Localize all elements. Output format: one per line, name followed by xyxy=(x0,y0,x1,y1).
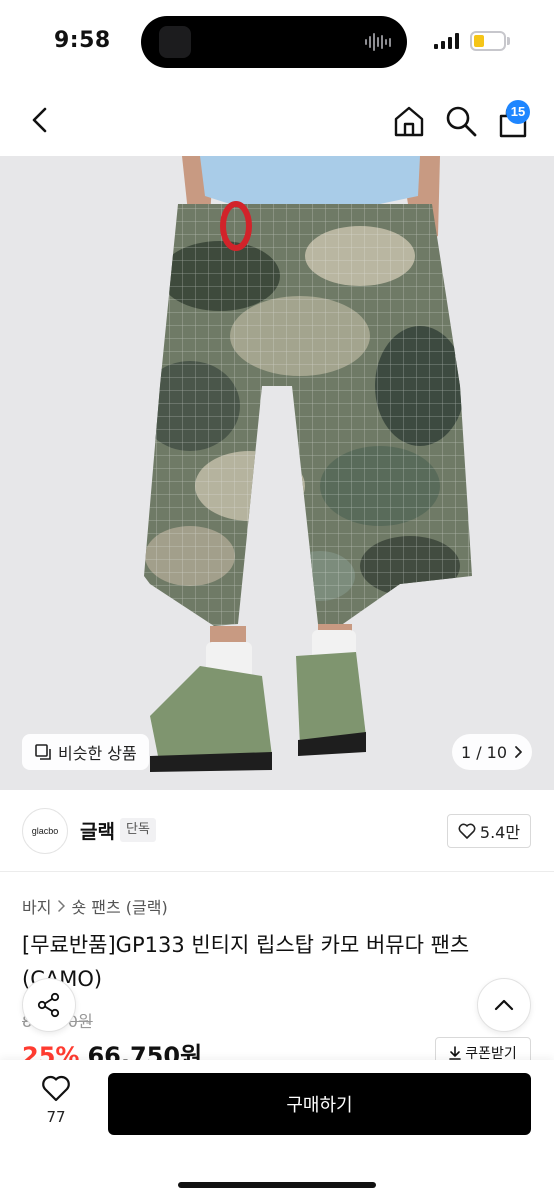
breadcrumb-item-pants[interactable]: 바지 xyxy=(22,894,51,918)
status-time: 9:58 xyxy=(54,28,111,53)
top-nav xyxy=(0,84,554,156)
download-icon xyxy=(449,1046,462,1060)
brand-name[interactable]: 글랙 xyxy=(80,817,115,844)
signal-icon xyxy=(434,33,459,49)
wishlist-button[interactable]: 77 xyxy=(24,1074,88,1140)
buy-button[interactable]: 구매하기 xyxy=(108,1073,531,1135)
exclusive-badge: 단독 xyxy=(120,818,156,842)
breadcrumb: 바지 숏 팬츠 (글랙) xyxy=(22,894,168,918)
cart-badge: 15 xyxy=(506,100,530,124)
chevron-right-icon xyxy=(515,746,522,758)
product-image[interactable]: 비슷한 상품 1 / 10 xyxy=(0,156,554,790)
chevron-right-icon xyxy=(58,900,66,912)
search-icon[interactable] xyxy=(442,102,480,140)
album-art-icon xyxy=(159,26,191,58)
image-counter[interactable]: 1 / 10 xyxy=(452,734,532,770)
share-icon xyxy=(37,992,60,1018)
similar-products-button[interactable]: 비슷한 상품 xyxy=(22,734,149,770)
brand-logo[interactable]: glacbo xyxy=(22,808,68,854)
heart-icon xyxy=(458,823,476,839)
similar-label: 비슷한 상품 xyxy=(58,744,137,763)
brand-row: glacbo 글랙 단독 5.4만 xyxy=(0,790,554,872)
battery-icon xyxy=(470,31,506,51)
image-counter-label: 1 / 10 xyxy=(460,742,508,762)
scroll-top-button[interactable] xyxy=(477,978,531,1032)
status-bar: 9:58 xyxy=(0,0,554,84)
chevron-up-icon xyxy=(494,999,514,1011)
brand-logo-text: glacbo xyxy=(31,826,59,836)
similar-icon xyxy=(35,744,51,760)
home-indicator xyxy=(178,1182,376,1188)
brand-like-button[interactable]: 5.4만 xyxy=(447,814,531,848)
share-button[interactable] xyxy=(22,978,76,1032)
product-photo xyxy=(0,156,554,790)
back-icon[interactable] xyxy=(22,102,58,138)
heart-icon xyxy=(42,1075,70,1102)
waveform-icon xyxy=(365,32,393,52)
product-title: [무료반품]GP133 빈티지 립스탑 카모 버뮤다 팬츠 (CAMO) xyxy=(22,933,470,991)
home-icon[interactable] xyxy=(390,102,428,140)
wishlist-count: 77 xyxy=(46,1108,66,1126)
breadcrumb-item-shorts[interactable]: 숏 팬츠 (글랙) xyxy=(71,894,167,918)
brand-like-count: 5.4만 xyxy=(479,823,521,842)
dynamic-island xyxy=(141,16,407,68)
battery-tip xyxy=(507,37,510,45)
bottom-bar: 77 구매하기 xyxy=(0,1060,554,1200)
